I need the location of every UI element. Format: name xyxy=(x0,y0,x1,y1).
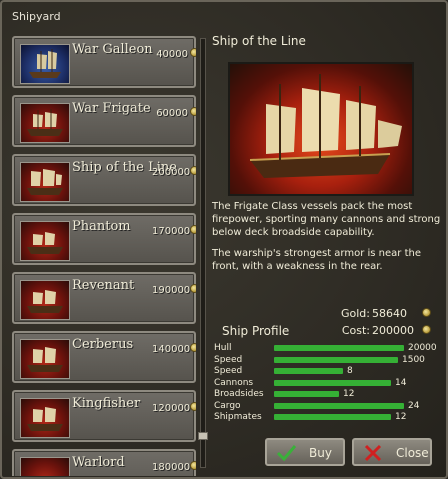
description-paragraph: The Frigate Class vessels pack the most … xyxy=(212,201,441,238)
stat-row: Broadsides 12 xyxy=(214,389,440,400)
ship-list-item[interactable]: Revenant 190000 xyxy=(12,272,196,324)
window-title: Shipyard xyxy=(12,10,61,23)
ship-thumbnail xyxy=(20,339,70,379)
coin-icon xyxy=(190,166,196,175)
ship-thumbnail xyxy=(20,103,70,143)
ship-price: 120000 xyxy=(152,403,191,414)
gold-value: 58640 xyxy=(372,307,407,320)
stat-value: 14 xyxy=(395,377,407,388)
ship-name: War Galleon xyxy=(72,42,153,57)
ship-price: 60000 xyxy=(156,108,188,119)
gold-label: Gold: xyxy=(341,307,370,320)
ship-list-item[interactable]: Ship of the Line 200000 xyxy=(12,154,196,206)
ship-thumbnail xyxy=(20,280,70,320)
stat-row: Cannons 14 xyxy=(214,378,440,389)
close-button[interactable]: Close xyxy=(352,438,432,466)
checkmark-icon xyxy=(276,445,297,462)
ship-name: War Frigate xyxy=(72,101,151,116)
stat-label: Cargo xyxy=(214,400,241,411)
ship-list-item[interactable]: Warlord 180000 xyxy=(12,449,196,476)
stat-value: 8 xyxy=(347,366,353,376)
stat-bar xyxy=(274,379,391,386)
ship-list-item[interactable]: War Galleon 40000 xyxy=(12,36,196,88)
ship-list: War Galleon 40000 War Frigate 60000 Ship… xyxy=(10,36,196,476)
ship-picture xyxy=(228,62,414,196)
stat-label: Broadsides xyxy=(214,389,264,399)
stat-row: Speed 8 xyxy=(214,366,440,377)
stat-label: Shipmates xyxy=(214,412,262,422)
coin-icon xyxy=(422,325,431,334)
stat-bar xyxy=(274,391,339,397)
close-label: Close xyxy=(396,446,429,460)
ship-profile-heading: Ship Profile xyxy=(222,324,290,338)
ship-thumbnail xyxy=(20,162,70,202)
ship-description: The Frigate Class vessels pack the most … xyxy=(212,200,442,281)
ship-thumbnail xyxy=(20,457,70,476)
ship-list-item[interactable]: Cerberus 140000 xyxy=(12,331,196,383)
ship-name: Warlord xyxy=(72,455,125,470)
stat-row: Shipmates 12 xyxy=(214,412,440,423)
list-scrollbar[interactable] xyxy=(200,38,206,468)
ship-name: Kingfisher xyxy=(72,396,141,411)
description-paragraph: The warship's strongest armor is near th… xyxy=(212,248,421,272)
coin-icon xyxy=(190,461,196,470)
ship-name: Phantom xyxy=(72,219,131,234)
ship-list-item[interactable]: Phantom 170000 xyxy=(12,213,196,265)
stat-value: 12 xyxy=(395,412,407,422)
stat-bar xyxy=(274,402,404,409)
coin-icon xyxy=(190,225,196,234)
ship-thumbnail xyxy=(20,44,70,84)
stat-row: Hull 20000 xyxy=(214,343,440,354)
ship-price: 140000 xyxy=(152,344,191,355)
cost-label: Cost: xyxy=(341,324,370,337)
stat-label: Hull xyxy=(214,343,232,353)
ship-price: 40000 xyxy=(156,49,188,60)
buy-button[interactable]: Buy xyxy=(265,438,345,466)
ship-price: 190000 xyxy=(152,285,191,296)
detail-title: Ship of the Line xyxy=(212,34,306,48)
ship-thumbnail xyxy=(20,221,70,261)
scrollbar-thumb[interactable] xyxy=(198,432,208,440)
ship-price: 170000 xyxy=(152,226,191,237)
stat-value: 12 xyxy=(343,389,355,399)
ship-list-item[interactable]: War Frigate 60000 xyxy=(12,95,196,147)
stat-value: 20000 xyxy=(408,343,437,353)
stat-label: Cannons xyxy=(214,377,254,388)
coin-icon xyxy=(190,107,196,116)
ship-name: Revenant xyxy=(72,278,135,293)
close-icon xyxy=(364,444,382,462)
ship-list-item[interactable]: Kingfisher 120000 xyxy=(12,390,196,442)
buy-label: Buy xyxy=(309,446,332,460)
stat-label: Speed xyxy=(214,366,243,376)
stat-label: Speed xyxy=(214,354,243,365)
ship-name: Cerberus xyxy=(72,337,134,352)
cost-value: 200000 xyxy=(372,324,414,337)
ship-price: 200000 xyxy=(152,167,191,178)
shipyard-window: Shipyard War Galleon 40000 War Frigate 6… xyxy=(0,0,448,479)
stat-bar xyxy=(274,345,404,351)
ship-thumbnail xyxy=(20,398,70,438)
stat-value: 1500 xyxy=(402,354,425,365)
coin-icon xyxy=(190,402,196,411)
stat-row: Cargo 24 xyxy=(214,401,440,412)
coin-icon xyxy=(422,308,431,317)
coin-icon xyxy=(190,284,196,293)
stat-bar xyxy=(274,368,343,374)
stat-bar xyxy=(274,414,391,420)
stat-row: Speed 1500 xyxy=(214,355,440,366)
coin-icon xyxy=(190,48,196,57)
stat-bar xyxy=(274,356,398,363)
ship-price: 180000 xyxy=(152,462,191,473)
stat-value: 24 xyxy=(408,400,420,411)
coin-icon xyxy=(190,343,196,352)
